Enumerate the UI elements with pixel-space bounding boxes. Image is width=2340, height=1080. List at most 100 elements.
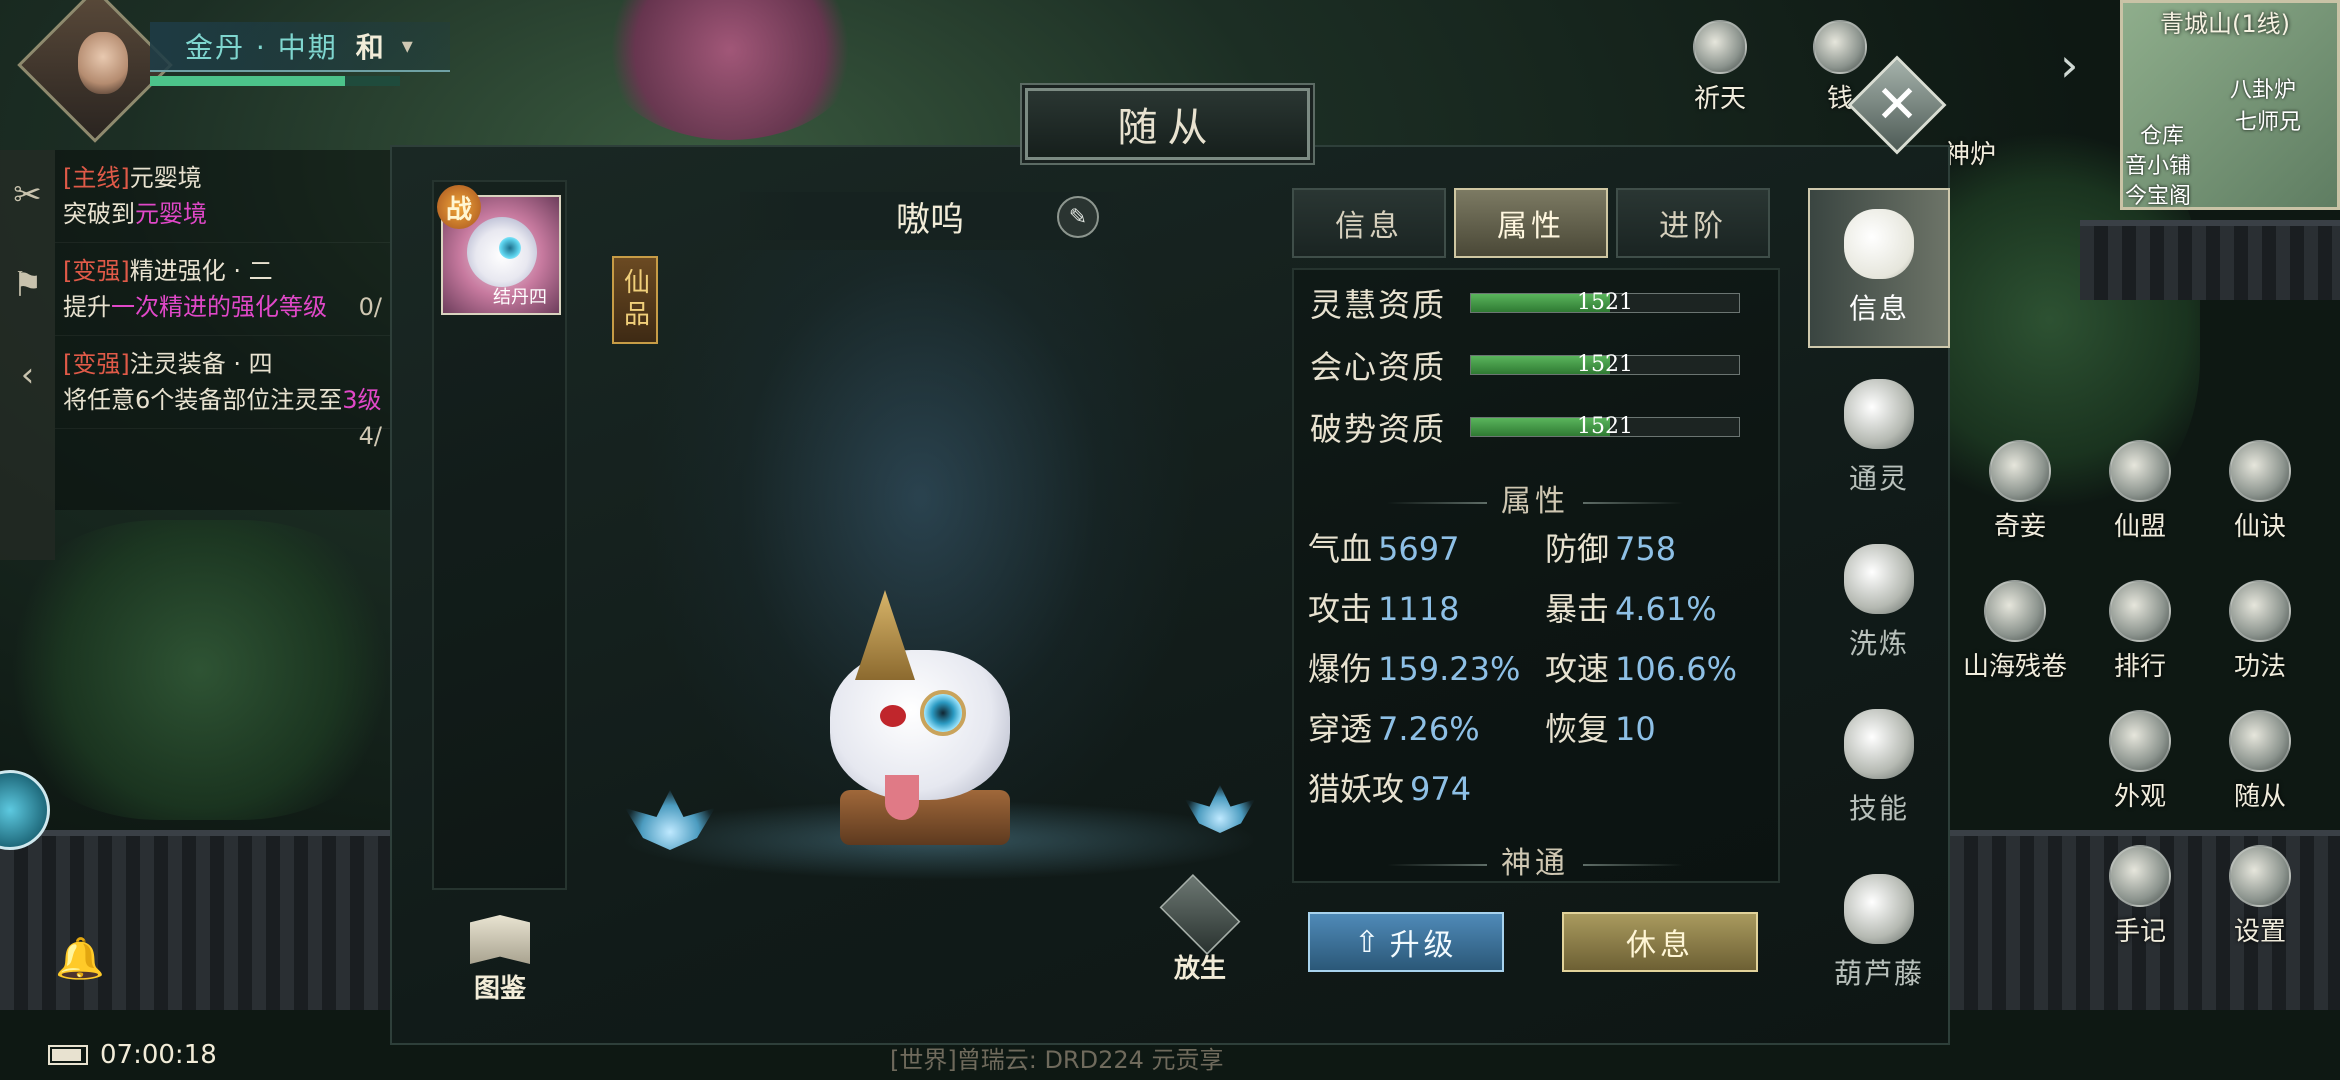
exp-fill: [150, 76, 345, 86]
quest-desc: 提升: [63, 293, 111, 321]
quest-highlight: 一次: [111, 293, 159, 321]
release-button[interactable]: 放生: [1150, 874, 1250, 985]
upgrade-button[interactable]: ⇧ 升级: [1308, 912, 1504, 972]
appearance-icon: [2109, 710, 2171, 772]
tab-advance[interactable]: 进阶: [1616, 188, 1770, 258]
quest-title: 元婴境: [129, 164, 202, 192]
atlas-button[interactable]: 图鉴: [460, 915, 540, 1005]
hud-skills[interactable]: 功法: [2210, 580, 2310, 683]
attr-label: 攻速: [1545, 650, 1610, 688]
skills-header: 神通: [1310, 838, 1760, 882]
quest-tag: [主线]: [63, 164, 130, 192]
attr-demon-attack: 猎妖攻 974: [1308, 764, 1471, 810]
quest-tag: [变强]: [63, 257, 130, 285]
side-tab-info[interactable]: 信息: [1808, 188, 1950, 348]
chat-line[interactable]: [世界]曾瑞云: DRD224 元贡享: [890, 1040, 1224, 1075]
attr-attack: 攻击 1118: [1308, 584, 1459, 630]
side-tab-gourd-vine[interactable]: 葫芦藤: [1808, 853, 1950, 1013]
attr-value: 4.61%: [1615, 590, 1717, 628]
aptitude-label: 破势资质: [1310, 410, 1447, 448]
attr-crit-damage: 爆伤 159.23%: [1308, 644, 1520, 690]
side-tab-spirit[interactable]: 通灵: [1808, 358, 1950, 518]
aptitude-bar: 1521: [1470, 290, 1740, 315]
attr-label: 攻击: [1308, 590, 1373, 628]
hud-label: 仙诀: [2233, 512, 2286, 542]
attr-value: 106.6%: [1615, 650, 1738, 688]
rest-button[interactable]: 休息: [1562, 912, 1758, 972]
left-icon-strip: ✂ ⚑ ‹: [0, 150, 55, 560]
side-tab-skills[interactable]: 技能: [1808, 688, 1950, 848]
hud-label: 手记: [2113, 917, 2166, 947]
status-bar: 07:00:18: [48, 1040, 217, 1070]
atlas-label: 图鉴: [473, 974, 526, 1004]
aptitude-row: 灵慧资质 1521: [1310, 281, 1740, 325]
pet-tongue: [885, 775, 919, 820]
pet-horn: [855, 590, 915, 680]
tab-info[interactable]: 信息: [1292, 188, 1446, 258]
combat-mode[interactable]: 和: [356, 26, 384, 66]
avatar-portrait: [78, 32, 128, 94]
blossom-decoration: [600, 0, 860, 140]
scissors-icon[interactable]: ✂: [0, 150, 55, 240]
hud-label: 祈天: [1693, 84, 1746, 114]
aptitude-row: 破势资质 1521: [1310, 405, 1740, 449]
coin-icon: [1989, 440, 2051, 502]
attr-value: 5697: [1378, 530, 1460, 568]
attribute-tabs: 信息 属性 进阶: [1292, 188, 1770, 258]
pet-body: [830, 650, 1010, 800]
attr-recovery: 恢复 10: [1545, 704, 1656, 750]
quest-item[interactable]: [变强]精进强化 · 二 提升一次精进的强化等级 0/: [55, 243, 390, 336]
clock: 07:00:18: [100, 1040, 217, 1070]
quest-desc: 将任意6个装备部位注灵至: [63, 386, 343, 414]
close-icon: ✕: [1875, 75, 1919, 135]
attr-label: 暴击: [1545, 590, 1610, 628]
hud-shanhai[interactable]: 山海残卷: [1950, 580, 2080, 683]
hud-label: 钱: [1826, 84, 1853, 114]
collapse-left-icon[interactable]: ‹: [0, 330, 55, 420]
hud-followers[interactable]: 随从: [2210, 710, 2310, 813]
follower-eye: [499, 237, 521, 259]
pet-name: 嗷呜: [896, 199, 964, 240]
tab-attributes[interactable]: 属性: [1454, 188, 1608, 258]
cauldron-icon: [1844, 544, 1914, 614]
side-tab-refine[interactable]: 洗炼: [1808, 523, 1950, 683]
quest-highlight: 元婴境: [135, 200, 207, 228]
quest-item[interactable]: [变强]注灵装备 · 四 将任意6个装备部位注灵至3级 4/: [55, 336, 390, 450]
roof-decoration: [2080, 220, 2340, 300]
rename-button[interactable]: ✎: [1057, 196, 1099, 238]
hud-appearance[interactable]: 外观: [2090, 710, 2190, 813]
hud-scroll[interactable]: 仙诀: [2210, 440, 2310, 543]
foliage-decoration: [0, 520, 400, 820]
upgrade-label: 升级: [1389, 928, 1458, 963]
realm-bar[interactable]: 金丹 · 中期 和 ▾: [150, 22, 450, 72]
chevron-right-icon[interactable]: ›: [2060, 38, 2078, 92]
attr-defense: 防御 758: [1545, 524, 1676, 570]
hud-pray[interactable]: 祈天: [1680, 20, 1760, 115]
battery-icon: [48, 1045, 88, 1065]
hud-notes[interactable]: 手记: [2090, 845, 2190, 948]
quest-item[interactable]: [主线]元婴境 突破到元婴境: [55, 150, 390, 243]
hud-qiqie[interactable]: 奇妾: [1970, 440, 2070, 543]
hud-ranking[interactable]: 排行: [2090, 580, 2190, 683]
map-label: 七师兄: [2235, 110, 2302, 135]
attributes-header: 属性: [1310, 476, 1760, 520]
attr-label: 爆伤: [1308, 650, 1373, 688]
attr-hp: 气血 5697: [1308, 524, 1459, 570]
map-scroll-icon: [1984, 580, 2046, 642]
battle-badge: 战: [437, 185, 481, 229]
quest-highlight: 3级: [342, 386, 382, 414]
aptitude-bar: 1521: [1470, 352, 1740, 377]
attr-crit: 暴击 4.61%: [1545, 584, 1717, 630]
hud-settings[interactable]: 设置: [2210, 845, 2310, 948]
pet-model[interactable]: [810, 590, 1030, 850]
chevron-down-icon[interactable]: ▾: [402, 34, 413, 59]
hud-alliance[interactable]: 仙盟: [2090, 440, 2190, 543]
bell-icon[interactable]: 🔔: [55, 935, 105, 982]
aptitude-row: 会心资质 1521: [1310, 343, 1740, 387]
spirit-icon: [1844, 379, 1914, 449]
aptitude-label: 灵慧资质: [1310, 286, 1447, 324]
alliance-icon: [2109, 440, 2171, 502]
follower-rank: 结丹四: [493, 287, 547, 308]
flag-icon[interactable]: ⚑: [0, 240, 55, 330]
minimap-title: 青城山(1线): [2160, 10, 2290, 38]
